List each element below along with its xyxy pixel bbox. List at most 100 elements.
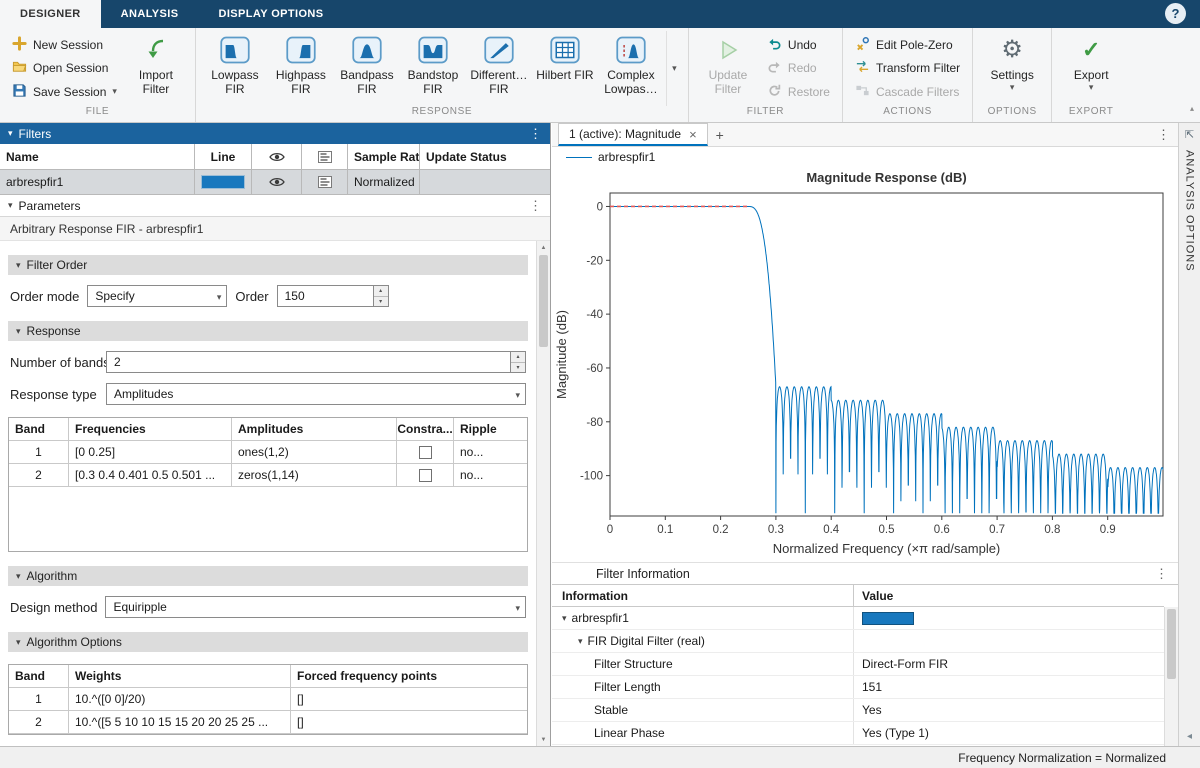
order-mode-combo[interactable]: Specify ▾ bbox=[87, 285, 227, 307]
filter-order-section-header[interactable]: ▾ Filter Order bbox=[8, 255, 528, 275]
band-row[interactable]: 1[0 0.25]ones(1,2) no... bbox=[9, 441, 527, 464]
dock-icon[interactable]: ◂ bbox=[1187, 731, 1192, 742]
band-row[interactable]: 2[0.3 0.4 0.401 0.5 0.501 ...zeros(1,14)… bbox=[9, 464, 527, 487]
expand-collapse-icon[interactable]: ▾ bbox=[562, 613, 567, 624]
legend-toggle[interactable] bbox=[302, 170, 348, 194]
filter-info-row[interactable]: ▾FIR Digital Filter (real) bbox=[552, 630, 1164, 653]
update-filter-button[interactable]: Update Filter bbox=[695, 31, 761, 106]
band-cell[interactable]: ones(1,2) bbox=[232, 441, 397, 463]
ribbon-section-export: ✓ Export ▾ EXPORT bbox=[1052, 28, 1130, 122]
spin-up-icon[interactable]: ▴ bbox=[374, 286, 388, 297]
algo-cell[interactable]: 2 bbox=[9, 711, 69, 733]
import-filter-button[interactable]: Import Filter bbox=[123, 31, 189, 106]
ribbon-tab-analysis[interactable]: ANALYSIS bbox=[101, 0, 199, 28]
parameters-menu-dots-icon[interactable]: ⋮ bbox=[529, 198, 542, 214]
magnitude-tab[interactable]: 1 (active): Magnitude × bbox=[558, 123, 708, 146]
undo-button[interactable]: Undo bbox=[761, 34, 836, 55]
response-lowpass-button[interactable]: LowpassFIR bbox=[202, 31, 268, 106]
constrained-checkbox[interactable] bbox=[419, 469, 432, 482]
band-cell[interactable]: no... bbox=[454, 441, 527, 463]
edit-pole-zero-button[interactable]: Edit Pole-Zero bbox=[849, 34, 966, 55]
filter-color-swatch[interactable] bbox=[862, 612, 914, 625]
expand-collapse-icon[interactable]: ▾ bbox=[578, 636, 583, 647]
save-session-dropdown-icon[interactable]: ▾ bbox=[112, 86, 117, 97]
algo-cell[interactable]: 10.^([0 0]/20) bbox=[69, 688, 291, 710]
scroll-up-icon[interactable]: ▲ bbox=[537, 241, 550, 254]
cascade-filters-button[interactable]: Cascade Filters bbox=[849, 81, 966, 102]
line-color-cell[interactable] bbox=[195, 170, 252, 194]
transform-filter-button[interactable]: Transform Filter bbox=[849, 58, 966, 79]
open-session-button[interactable]: Open Session bbox=[6, 58, 123, 79]
parameters-scrollbar[interactable]: ▲ ▼ bbox=[536, 241, 550, 746]
new-display-tab-button[interactable]: + bbox=[708, 123, 732, 146]
parameters-collapse-icon[interactable]: ▾ bbox=[8, 200, 13, 211]
filter-info-menu-dots-icon[interactable]: ⋮ bbox=[1155, 566, 1178, 582]
response-bandpass-button[interactable]: BandpassFIR bbox=[334, 31, 400, 106]
algorithm-options-section-header[interactable]: ▾ Algorithm Options bbox=[8, 632, 528, 652]
scrollbar-thumb[interactable] bbox=[539, 255, 548, 347]
filters-panel-header[interactable]: ▾ Filters ⋮ bbox=[0, 123, 550, 144]
algo-option-row[interactable]: 110.^([0 0]/20)[] bbox=[9, 688, 527, 711]
ribbon-tab-designer[interactable]: DESIGNER bbox=[0, 0, 101, 28]
spin-down-icon[interactable]: ▾ bbox=[511, 363, 525, 373]
response-section-header[interactable]: ▾ Response bbox=[8, 321, 528, 341]
pin-icon[interactable]: ⇱ bbox=[1185, 128, 1194, 141]
filter-info-row[interactable]: Linear PhaseYes (Type 1) bbox=[552, 722, 1164, 745]
close-tab-icon[interactable]: × bbox=[689, 127, 697, 142]
redo-button[interactable]: Redo bbox=[761, 58, 836, 79]
filter-row-arbrespfir1[interactable]: arbrespfir1 Normalized bbox=[0, 170, 550, 195]
line-color-swatch[interactable] bbox=[201, 175, 245, 189]
export-button[interactable]: ✓ Export ▾ bbox=[1058, 31, 1124, 106]
number-of-bands-spinner[interactable]: 2 ▴ ▾ bbox=[106, 351, 526, 373]
algo-option-row[interactable]: 210.^([5 5 10 10 15 15 20 20 25 25 ...[] bbox=[9, 711, 527, 734]
gallery-dropdown-icon: ▾ bbox=[672, 63, 677, 74]
filter-info-scrollbar[interactable] bbox=[1164, 607, 1178, 746]
response-type-combo[interactable]: Amplitudes ▾ bbox=[106, 383, 526, 405]
help-button[interactable]: ? bbox=[1165, 3, 1186, 24]
filter-info-row[interactable]: StableYes bbox=[552, 699, 1164, 722]
settings-button[interactable]: ⚙ Settings ▾ bbox=[979, 31, 1045, 106]
algorithm-section-header[interactable]: ▾ Algorithm bbox=[8, 566, 528, 586]
response-complex-lowpass-button[interactable]: ComplexLowpas… bbox=[598, 31, 664, 106]
filters-collapse-icon[interactable]: ▾ bbox=[8, 128, 13, 139]
constrained-checkbox[interactable] bbox=[419, 446, 432, 459]
band-cell[interactable]: zeros(1,14) bbox=[232, 464, 397, 486]
parameters-panel-header[interactable]: ▾ Parameters ⋮ bbox=[0, 195, 550, 217]
filter-info-row[interactable]: Filter Length151 bbox=[552, 676, 1164, 699]
spin-down-icon[interactable]: ▾ bbox=[374, 297, 388, 307]
scrollbar-thumb[interactable] bbox=[1167, 609, 1176, 679]
response-hilbert-button[interactable]: Hilbert FIR bbox=[532, 31, 598, 106]
scroll-down-icon[interactable]: ▼ bbox=[537, 733, 550, 746]
algo-cell[interactable]: 10.^([5 5 10 10 15 15 20 20 25 25 ... bbox=[69, 711, 291, 733]
bands-stepper[interactable]: ▴ ▾ bbox=[510, 352, 525, 372]
response-gallery-dropdown[interactable]: ▾ bbox=[666, 31, 682, 106]
new-session-button[interactable]: New Session bbox=[6, 34, 123, 55]
bandpass-icon bbox=[352, 34, 382, 66]
band-cell[interactable]: no... bbox=[454, 464, 527, 486]
ribbon-tab-display-options[interactable]: DISPLAY OPTIONS bbox=[198, 0, 343, 28]
order-stepper[interactable]: ▴ ▾ bbox=[373, 286, 388, 306]
save-session-button[interactable]: Save Session ▾ bbox=[6, 81, 123, 102]
band-cell[interactable]: 1 bbox=[9, 441, 69, 463]
band-cell[interactable]: [0 0.25] bbox=[69, 441, 232, 463]
restore-button[interactable]: Restore bbox=[761, 81, 836, 102]
filter-info-row[interactable]: ▾arbrespfir1 bbox=[552, 607, 1164, 630]
visibility-toggle[interactable] bbox=[252, 170, 302, 194]
spin-up-icon[interactable]: ▴ bbox=[511, 352, 525, 363]
algo-cell[interactable]: [] bbox=[291, 688, 527, 710]
response-highpass-button[interactable]: HighpassFIR bbox=[268, 31, 334, 106]
response-bandstop-button[interactable]: BandstopFIR bbox=[400, 31, 466, 106]
filter-info-row[interactable]: Filter StructureDirect-Form FIR bbox=[552, 653, 1164, 676]
algo-cell[interactable]: 1 bbox=[9, 688, 69, 710]
band-cell[interactable]: 2 bbox=[9, 464, 69, 486]
algo-cell[interactable]: [] bbox=[291, 711, 527, 733]
response-differentiator-button[interactable]: Different…FIR bbox=[466, 31, 532, 106]
algorithm-options-collapse-icon: ▾ bbox=[16, 637, 21, 648]
ribbon-collapse-icon[interactable]: ▴ bbox=[1190, 104, 1194, 113]
band-cell[interactable]: [0.3 0.4 0.401 0.5 0.501 ... bbox=[69, 464, 232, 486]
design-method-combo[interactable]: Equiripple ▾ bbox=[105, 596, 526, 618]
display-menu-dots-icon[interactable]: ⋮ bbox=[1157, 127, 1178, 143]
order-spinner[interactable]: 150 ▴ ▾ bbox=[277, 285, 389, 307]
analysis-options-strip[interactable]: ⇱ ANALYSIS OPTIONS ◂ bbox=[1178, 123, 1200, 746]
filters-menu-dots-icon[interactable]: ⋮ bbox=[529, 126, 542, 142]
